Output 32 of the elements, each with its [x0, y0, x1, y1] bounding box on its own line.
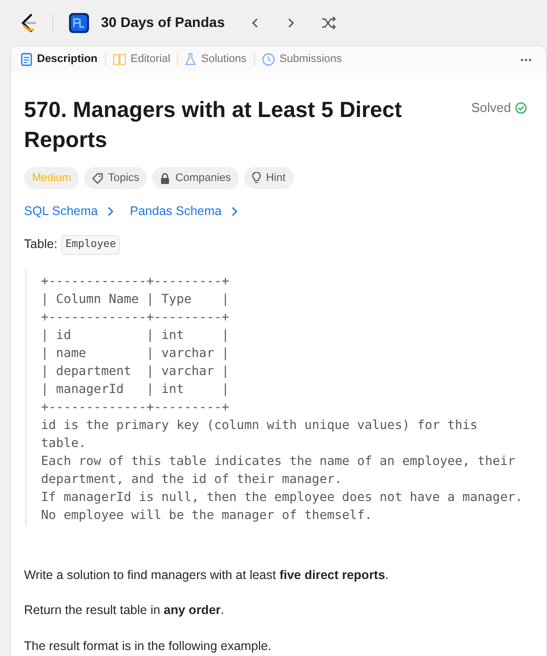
description-paragraph: Write a solution to find managers with at least five direct reports.	[24, 566, 390, 584]
schema-link[interactable]: Pandas Schema	[130, 202, 238, 221]
flask-icon	[185, 53, 196, 66]
lock-icon	[160, 172, 170, 184]
shuffle-icon[interactable]	[320, 16, 337, 30]
chevron-right-icon	[106, 206, 114, 217]
tag-button[interactable]: Hint	[244, 167, 294, 189]
description-paragraph: The result format is in the following example.	[24, 638, 272, 655]
table-name: Employee	[61, 234, 120, 254]
tab[interactable]: Submissions	[262, 51, 342, 68]
tag-icon	[92, 172, 104, 184]
status-label: Solved	[471, 99, 511, 117]
chevron-right-icon	[230, 206, 238, 217]
table-label: Table:	[24, 236, 58, 254]
schema-description-text: +-------------+---------+ | Column Name | Type | +-------------+---------+ | id | int | | name | varchar | | department | varchar | | managerId | int | +-------------+---------+ id is the primary key (column with unique values) for this table. Each row of this table indicates the name of an employee, their department, and the id of their manager. If managerId is null, then the employee does not have a manager. No employee will be the manager of themself.	[41, 272, 524, 524]
study-plan-title[interactable]: 30 Days of Pandas	[101, 12, 225, 33]
study-plan-icon	[69, 12, 89, 32]
history-icon	[262, 53, 275, 66]
tag-button[interactable]: Companies	[152, 167, 239, 189]
tab[interactable]: Solutions	[185, 51, 247, 68]
book-icon	[112, 54, 126, 65]
logo-icon[interactable]	[20, 12, 36, 32]
problem-title: 570. Managers with at Least 5 Direct Reports	[24, 96, 403, 154]
document-icon	[21, 53, 32, 66]
schema-link[interactable]: SQL Schema	[24, 202, 114, 221]
tab[interactable]: Description	[21, 51, 98, 68]
description-paragraph: Return the result table in any order.	[24, 602, 226, 620]
tab[interactable]: Editorial	[112, 51, 170, 68]
tag-button[interactable]: Topics	[84, 167, 148, 189]
lightbulb-icon	[252, 172, 261, 184]
more-icon[interactable]	[520, 58, 532, 62]
check-circle-icon	[515, 102, 527, 114]
